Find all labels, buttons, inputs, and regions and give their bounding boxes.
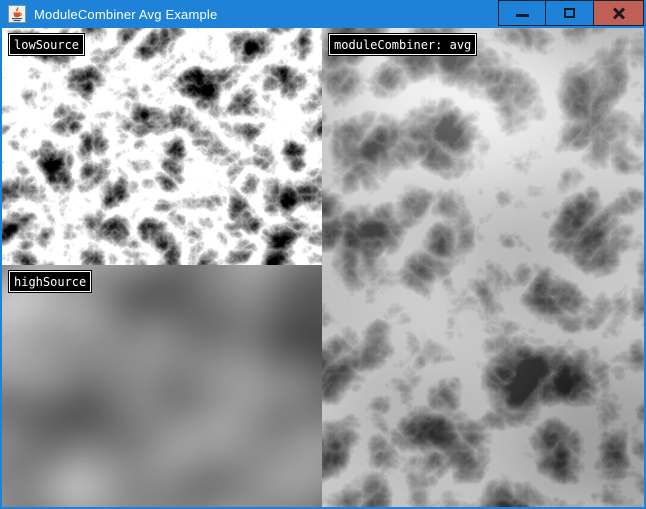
app-window: ModuleCombiner Avg Example — [0, 0, 646, 509]
close-button[interactable] — [594, 0, 644, 26]
maximize-button[interactable] — [546, 0, 594, 26]
high-source-noise-texture — [2, 265, 322, 507]
panel-module-combiner: moduleCombiner: avg — [322, 28, 644, 507]
panel-label-low-source: lowSource — [9, 34, 84, 55]
window-title: ModuleCombiner Avg Example — [34, 7, 217, 22]
module-combiner-noise-texture — [322, 28, 644, 507]
titlebar[interactable]: ModuleCombiner Avg Example — [2, 0, 644, 28]
panel-low-source: lowSource — [2, 28, 322, 265]
window-controls — [498, 0, 644, 26]
panel-label-high-source: highSource — [9, 271, 91, 292]
minimize-icon — [516, 14, 529, 17]
maximize-icon — [564, 8, 575, 18]
close-icon — [612, 6, 626, 20]
left-column: lowSource highSo — [2, 28, 322, 507]
canvas-area: lowSource highSo — [2, 28, 644, 507]
java-coffee-cup-icon — [8, 5, 26, 23]
panel-label-module-combiner: moduleCombiner: avg — [329, 34, 476, 55]
right-column: moduleCombiner: avg — [322, 28, 644, 507]
java-app-icon[interactable] — [8, 5, 26, 23]
panel-high-source: highSource — [2, 265, 322, 507]
minimize-button[interactable] — [498, 0, 546, 26]
low-source-noise-texture — [2, 28, 322, 265]
